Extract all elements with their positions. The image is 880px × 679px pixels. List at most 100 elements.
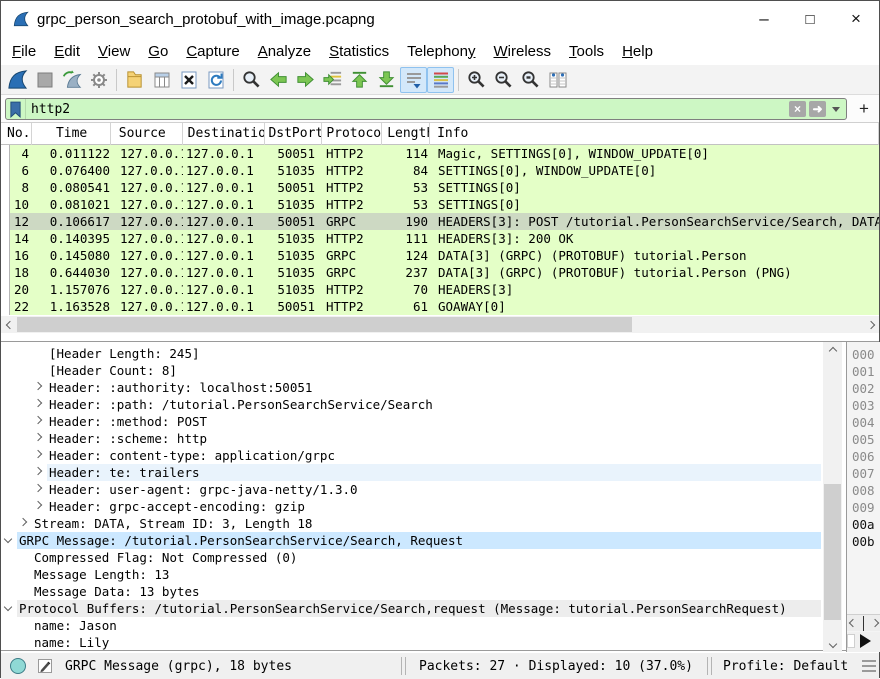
detail-row[interactable]: GRPC Message: /tutorial.PersonSearchServ… — [1, 532, 821, 549]
scroll-down-arrow[interactable] — [823, 635, 842, 652]
menu-analyze[interactable]: Analyze — [249, 40, 320, 63]
go-first-packet-button[interactable] — [346, 67, 373, 93]
status-profile[interactable]: Profile: Default — [723, 659, 848, 674]
packet-row-14[interactable]: 140.140395127.0.0.1127.0.0.151035HTTP211… — [1, 230, 879, 247]
expand-arrow-icon[interactable] — [34, 382, 42, 390]
vscroll-thumb[interactable] — [824, 484, 841, 620]
menu-telephony[interactable]: Telephony — [398, 40, 484, 63]
column-header-source[interactable]: Source — [111, 123, 183, 145]
expand-arrow-icon[interactable] — [19, 518, 27, 526]
expand-right-icon[interactable] — [860, 634, 871, 648]
detail-row[interactable]: name: Lily — [1, 634, 821, 651]
hex-offset[interactable]: 005 — [847, 431, 880, 448]
menu-capture[interactable]: Capture — [177, 40, 248, 63]
resize-columns-button[interactable] — [544, 67, 571, 93]
hex-offset[interactable]: 00b — [847, 533, 880, 550]
hex-offset[interactable]: 003 — [847, 397, 880, 414]
filter-clear-button[interactable]: × — [789, 101, 806, 117]
expand-arrow-icon[interactable] — [34, 416, 42, 424]
detail-row[interactable]: Header: :authority: localhost:50051 — [1, 379, 821, 396]
column-header-protocol[interactable]: Protocol — [322, 123, 382, 145]
bytes-scroll-right-arrow[interactable] — [871, 619, 879, 627]
packet-row-18[interactable]: 180.644030127.0.0.1127.0.0.151035GRPC237… — [1, 264, 879, 281]
close-file-button[interactable] — [175, 67, 202, 93]
detail-row[interactable]: Header: content-type: application/grpc — [1, 447, 821, 464]
packet-row-6[interactable]: 60.076400127.0.0.1127.0.0.151035HTTP284S… — [1, 162, 879, 179]
scroll-up-arrow[interactable] — [823, 342, 842, 359]
scroll-right-arrow[interactable] — [862, 316, 879, 333]
column-header-length[interactable]: Length — [382, 123, 430, 145]
hex-offset[interactable]: 009 — [847, 499, 880, 516]
colorize-packets-button[interactable] — [427, 67, 454, 93]
detail-row[interactable]: Message Data: 13 bytes — [1, 583, 821, 600]
collapse-arrow-icon[interactable] — [4, 535, 12, 543]
expert-info-icon[interactable] — [10, 658, 26, 674]
menu-file[interactable]: File — [3, 40, 45, 63]
filter-dropdown-caret[interactable] — [832, 107, 840, 112]
packet-row-22[interactable]: 221.163528127.0.0.1127.0.0.150051HTTP261… — [1, 298, 879, 315]
detail-row[interactable]: Header: :path: /tutorial.PersonSearchSer… — [1, 396, 821, 413]
packet-row-12[interactable]: 120.106617127.0.0.1127.0.0.150051GRPC190… — [1, 213, 879, 230]
detail-row[interactable]: Stream: DATA, Stream ID: 3, Length 18 — [1, 515, 821, 532]
menu-help[interactable]: Help — [613, 40, 662, 63]
column-header-dstport[interactable]: DstPort — [265, 123, 322, 145]
filter-text[interactable]: http2 — [26, 102, 789, 117]
find-packet-button[interactable] — [238, 67, 265, 93]
detail-row[interactable]: Compressed Flag: Not Compressed (0) — [1, 549, 821, 566]
collapse-arrow-icon[interactable] — [4, 603, 12, 611]
close-button[interactable]: × — [833, 1, 879, 37]
packet-row-4[interactable]: 40.011122127.0.0.1127.0.0.150051HTTP2114… — [1, 145, 879, 162]
expand-arrow-icon[interactable] — [34, 467, 42, 475]
zoom-out-button[interactable] — [490, 67, 517, 93]
hex-offset[interactable]: 004 — [847, 414, 880, 431]
detail-row[interactable]: name: Jason — [1, 617, 821, 634]
bytes-scroll-left-arrow[interactable] — [849, 619, 857, 627]
column-header-time[interactable]: Time — [32, 123, 111, 145]
zoom-original-button[interactable] — [517, 67, 544, 93]
details-vscrollbar[interactable] — [823, 342, 842, 652]
packet-row-16[interactable]: 160.145080127.0.0.1127.0.0.151035GRPC124… — [1, 247, 879, 264]
hex-offset[interactable]: 007 — [847, 465, 880, 482]
detail-row[interactable]: Protocol Buffers: /tutorial.PersonSearch… — [1, 600, 821, 617]
restart-capture-button[interactable] — [58, 67, 85, 93]
capture-comment-icon[interactable] — [37, 658, 53, 674]
filter-bookmark-icon[interactable] — [6, 99, 26, 119]
column-header-no[interactable]: No. — [1, 123, 32, 145]
detail-row[interactable]: Header: te: trailers — [1, 464, 821, 481]
minimize-button[interactable]: – — [741, 1, 787, 37]
auto-scroll-button[interactable] — [400, 67, 427, 93]
packet-list-hscrollbar[interactable] — [1, 316, 879, 333]
hex-offset[interactable]: 001 — [847, 363, 880, 380]
packet-row-8[interactable]: 80.080541127.0.0.1127.0.0.150051HTTP253S… — [1, 179, 879, 196]
display-filter-input[interactable]: http2 × ➜ — [5, 98, 847, 120]
stop-capture-button[interactable] — [31, 67, 58, 93]
filter-apply-button[interactable]: ➜ — [809, 101, 826, 117]
go-to-packet-button[interactable] — [319, 67, 346, 93]
detail-row[interactable]: [Header Count: 8] — [1, 362, 821, 379]
menu-go[interactable]: Go — [139, 40, 177, 63]
hex-offset[interactable]: 00a — [847, 516, 880, 533]
detail-row[interactable]: Message Length: 13 — [1, 566, 821, 583]
column-header-destination[interactable]: Destination — [183, 123, 266, 145]
zoom-in-button[interactable] — [463, 67, 490, 93]
hex-offset[interactable]: 002 — [847, 380, 880, 397]
detail-row[interactable]: [Header Length: 245] — [1, 345, 821, 362]
start-capture-button[interactable] — [4, 67, 31, 93]
packet-row-10[interactable]: 100.081021127.0.0.1127.0.0.151035HTTP253… — [1, 196, 879, 213]
menu-edit[interactable]: Edit — [45, 40, 89, 63]
expand-arrow-icon[interactable] — [34, 433, 42, 441]
detail-row[interactable]: Header: grpc-accept-encoding: gzip — [1, 498, 821, 515]
expand-arrow-icon[interactable] — [34, 450, 42, 458]
packet-row-20[interactable]: 201.157076127.0.0.1127.0.0.151035HTTP270… — [1, 281, 879, 298]
go-last-packet-button[interactable] — [373, 67, 400, 93]
reload-file-button[interactable] — [202, 67, 229, 93]
menu-statistics[interactable]: Statistics — [320, 40, 398, 63]
detail-row[interactable]: Header: :scheme: http — [1, 430, 821, 447]
filter-add-button[interactable]: + — [855, 98, 873, 120]
hex-offset[interactable]: 008 — [847, 482, 880, 499]
hex-offset[interactable]: 006 — [847, 448, 880, 465]
column-header-info[interactable]: Info — [430, 123, 879, 145]
hscroll-thumb[interactable] — [17, 317, 632, 332]
detail-row[interactable]: Header: :method: POST — [1, 413, 821, 430]
maximize-button[interactable]: □ — [787, 1, 833, 37]
